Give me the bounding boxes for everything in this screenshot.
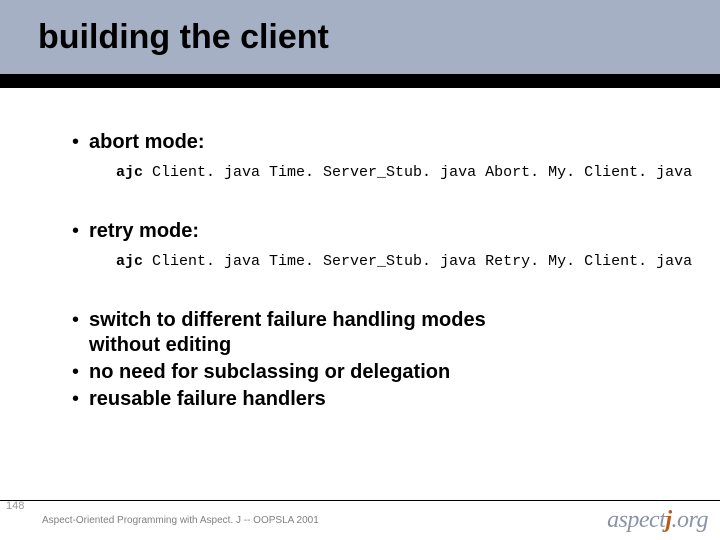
- divider-bar: [0, 74, 720, 88]
- bullet-abort-label: abort mode:: [89, 130, 205, 154]
- bullet-nosubclass-text: no need for subclassing or delegation: [89, 360, 450, 385]
- bullet-retry-label: retry mode:: [89, 219, 199, 243]
- footer-text: Aspect-Oriented Programming with Aspect.…: [42, 515, 319, 526]
- code-rest: Client. java Time. Server_Stub. java Abo…: [143, 164, 692, 181]
- code-keyword: ajc: [116, 253, 143, 270]
- content-area: • abort mode: ajc Client. java Time. Ser…: [0, 88, 720, 412]
- switch-block: • switch to different failure handling m…: [72, 308, 670, 412]
- bullet-dot: •: [72, 219, 79, 243]
- code-keyword: ajc: [116, 164, 143, 181]
- bullet-dot: •: [72, 387, 79, 411]
- bullet-dot: •: [72, 308, 79, 332]
- logo: aspectj.org: [607, 507, 708, 534]
- code-abort: ajc Client. java Time. Server_Stub. java…: [116, 164, 670, 181]
- header-bar: building the client: [0, 0, 720, 74]
- slide-title: building the client: [38, 18, 329, 57]
- bullet-abort: • abort mode:: [72, 130, 670, 154]
- bullet-nosubclass: • no need for subclassing or delegation: [72, 360, 670, 385]
- logo-suffix: .org: [672, 507, 708, 533]
- footer-bar: Aspect-Oriented Programming with Aspect.…: [0, 500, 720, 540]
- switch-line2: without editing: [89, 334, 231, 356]
- bullet-dot: •: [72, 360, 79, 384]
- logo-main: aspect: [607, 507, 665, 533]
- bullet-reusable: • reusable failure handlers: [72, 387, 670, 412]
- switch-line1: switch to different failure handling mod…: [89, 309, 486, 331]
- bullet-dot: •: [72, 130, 79, 154]
- code-retry: ajc Client. java Time. Server_Stub. java…: [116, 253, 670, 270]
- bullet-reusable-text: reusable failure handlers: [89, 387, 326, 412]
- bullet-retry: • retry mode:: [72, 219, 670, 243]
- bullet-switch-text: switch to different failure handling mod…: [89, 308, 486, 358]
- bullet-switch: • switch to different failure handling m…: [72, 308, 670, 358]
- code-rest: Client. java Time. Server_Stub. java Ret…: [143, 253, 692, 270]
